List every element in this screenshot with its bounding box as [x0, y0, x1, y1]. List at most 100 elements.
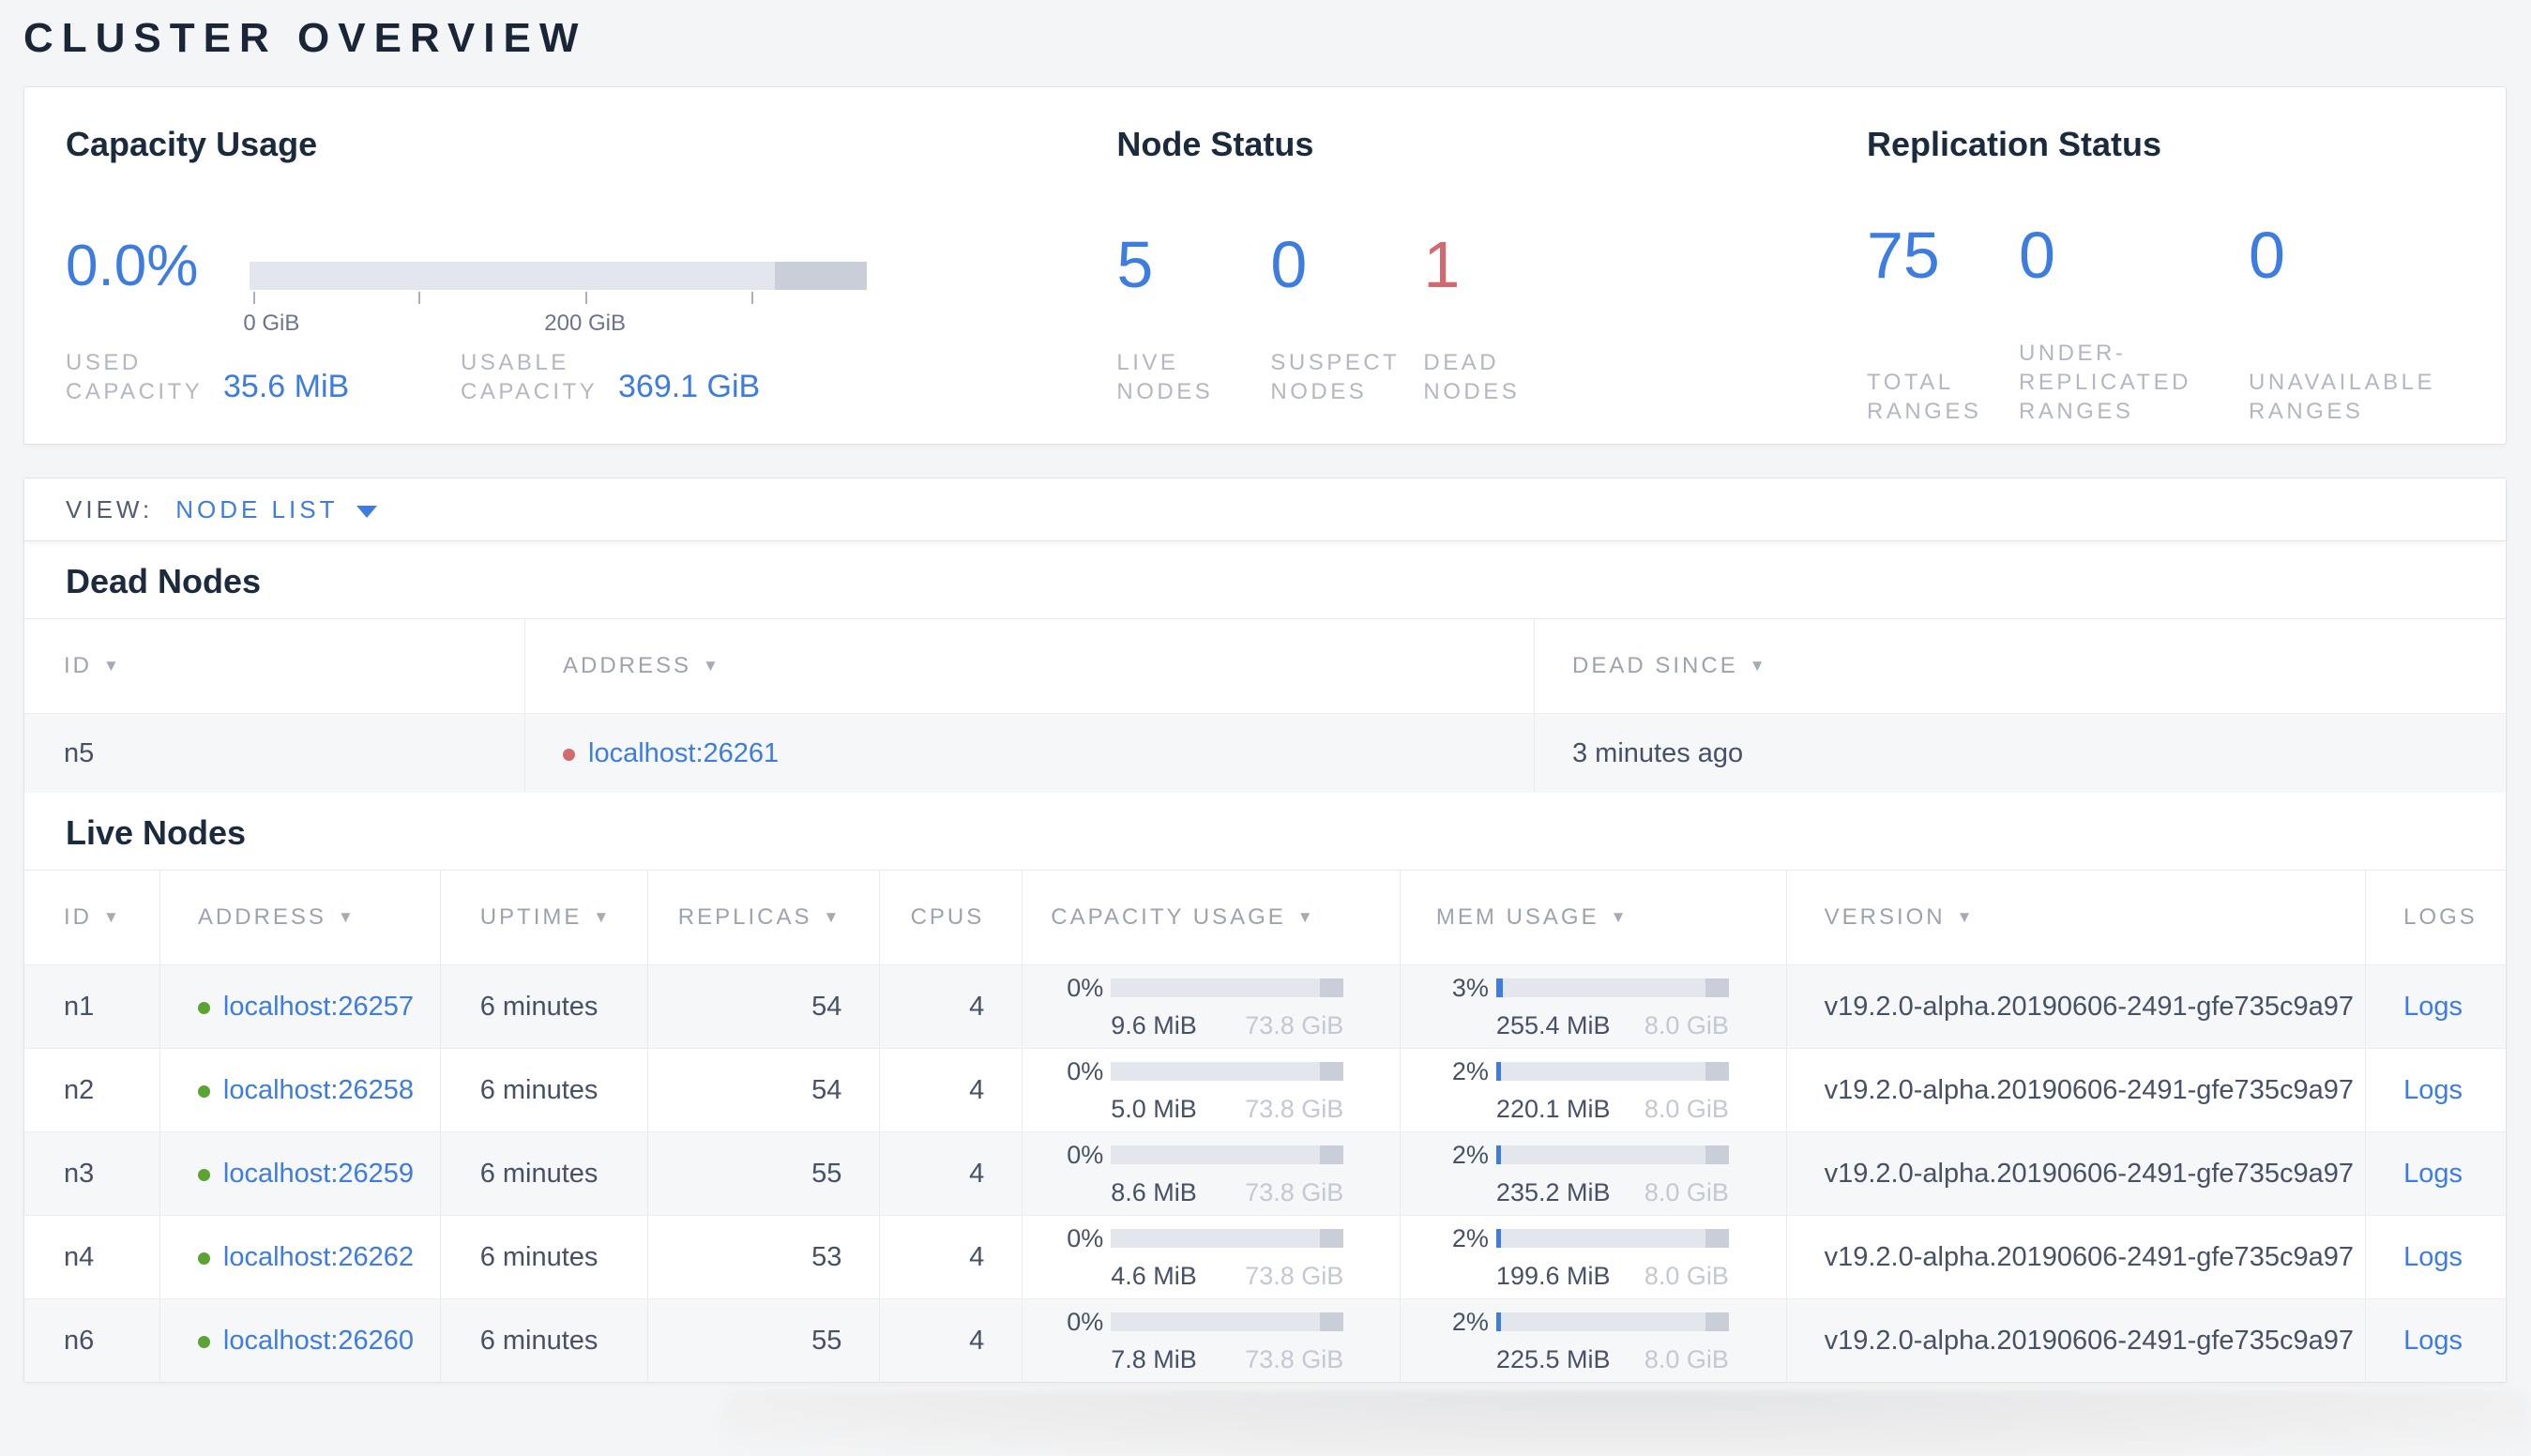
node-logs-link[interactable]: Logs: [2403, 1242, 2506, 1273]
node-replicas: 54: [811, 1074, 842, 1105]
dead-nodes-label: DEAD NODES: [1423, 350, 1521, 404]
node-logs-link[interactable]: Logs: [2403, 992, 2506, 1023]
replication-status-section: Replication Status 75 0 0 TOTAL RANGES U…: [1867, 125, 2464, 424]
dead-since-value: 3 minutes ago: [1572, 737, 1744, 768]
capacity-used-value: 8.6 MiB: [1111, 1177, 1197, 1206]
view-label: VIEW:: [66, 494, 154, 523]
node-id: n6: [64, 1325, 95, 1356]
capacity-minibar: [1111, 1062, 1344, 1081]
capacity-usage-bar: 0% 4.6 MiB 73.8 GiB: [1051, 1224, 1400, 1291]
capacity-minibar: [1111, 1312, 1344, 1331]
mem-total-value: 8.0 GiB: [1644, 1261, 1729, 1290]
column-header-id[interactable]: ID ▼: [24, 619, 525, 713]
column-header-address[interactable]: ADDRESS ▼: [525, 619, 1535, 713]
live-nodes-heading: Live Nodes: [66, 813, 247, 852]
cluster-summary-card: Capacity Usage 0.0% 0 GiB 200 GiB USED C…: [23, 86, 2507, 445]
dead-nodes-heading: Dead Nodes: [66, 562, 262, 600]
node-status-title: Node Status: [1116, 125, 1314, 163]
live-node-row: n2 localhost:26258 6 minutes 54 4 0% 5.0…: [24, 1048, 2506, 1131]
mem-usage-bar: 3% 255.4 MiB 8.0 GiB: [1436, 974, 1786, 1040]
under-replicated-ranges-label: UNDER-REPLICATED RANGES: [2019, 341, 2191, 424]
sort-arrow-icon: ▼: [823, 908, 842, 926]
capacity-gauge-chart: 0 GiB 200 GiB: [243, 262, 868, 336]
column-header-version[interactable]: VERSION ▼: [1787, 871, 2367, 964]
column-header-capacity-usage[interactable]: CAPACITY USAGE ▼: [1023, 871, 1401, 964]
mem-used-value: 220.1 MiB: [1495, 1094, 1611, 1123]
node-uptime: 6 minutes: [479, 991, 599, 1022]
live-status-dot-icon: [197, 1001, 210, 1014]
mem-reserved-segment: [1705, 1145, 1729, 1164]
capacity-percent: 0%: [1067, 1307, 1104, 1336]
column-header-cpus: CPUS: [880, 871, 1023, 964]
column-header-logs: LOGS: [2403, 904, 2478, 930]
capacity-gauge-reserved-segment: [775, 262, 868, 290]
node-address-link[interactable]: localhost:26257: [223, 992, 414, 1022]
sort-arrow-icon: ▼: [1956, 908, 1976, 926]
node-cpus: 4: [969, 1325, 985, 1356]
capacity-reserved-segment: [1320, 1229, 1344, 1248]
mem-total-value: 8.0 GiB: [1644, 1344, 1729, 1373]
node-address-link[interactable]: localhost:26258: [223, 1075, 414, 1105]
node-id: n4: [64, 1241, 95, 1272]
capacity-reserved-segment: [1320, 978, 1344, 997]
suspect-nodes-label: SUSPECT NODES: [1270, 350, 1400, 404]
node-id: n1: [64, 991, 95, 1022]
mem-fill: [1495, 978, 1504, 997]
node-logs-link[interactable]: Logs: [2403, 1159, 2506, 1190]
sort-arrow-icon: ▼: [703, 657, 721, 675]
node-cpus: 4: [969, 1074, 985, 1105]
node-version: v19.2.0-alpha.20190606-2491-gfe735c9a97: [1824, 1158, 2354, 1189]
node-id: n3: [64, 1158, 95, 1189]
mem-used-value: 199.6 MiB: [1495, 1261, 1611, 1290]
capacity-used-value: 4.6 MiB: [1111, 1261, 1197, 1290]
node-version: v19.2.0-alpha.20190606-2491-gfe735c9a97: [1824, 1074, 2354, 1105]
axis-tick-label: 0 GiB: [243, 311, 300, 336]
column-header-mem-usage[interactable]: MEM USAGE ▼: [1401, 871, 1787, 964]
node-uptime: 6 minutes: [479, 1325, 599, 1356]
axis-tick: [252, 292, 255, 304]
capacity-total-value: 73.8 GiB: [1245, 1094, 1344, 1123]
mem-fill: [1495, 1062, 1501, 1081]
node-logs-link[interactable]: Logs: [2403, 1326, 2506, 1357]
capacity-usage-bar: 0% 7.8 MiB 73.8 GiB: [1051, 1308, 1400, 1374]
used-capacity-value: 35.6 MiB: [223, 369, 350, 404]
nodes-panel: VIEW: NODE LIST Dead Nodes ID ▼ ADDRESS ▼ …: [23, 478, 2507, 1383]
mem-minibar: [1495, 978, 1729, 997]
node-address-link[interactable]: localhost:26259: [223, 1159, 414, 1189]
node-address-link[interactable]: localhost:26262: [223, 1242, 414, 1272]
node-cpus: 4: [969, 991, 985, 1022]
column-header-replicas[interactable]: REPLICAS ▼: [648, 871, 881, 964]
mem-reserved-segment: [1705, 978, 1729, 997]
node-uptime: 6 minutes: [479, 1074, 599, 1105]
mem-usage-bar: 2% 235.2 MiB 8.0 GiB: [1436, 1141, 1786, 1207]
under-replicated-ranges-count: 0: [2019, 219, 2055, 292]
capacity-gauge-axis: 0 GiB 200 GiB: [243, 292, 867, 341]
sort-arrow-icon: ▼: [1296, 908, 1316, 926]
mem-reserved-segment: [1705, 1229, 1729, 1248]
capacity-usage-bar: 0% 8.6 MiB 73.8 GiB: [1051, 1141, 1400, 1207]
column-header-uptime[interactable]: UPTIME ▼: [441, 871, 648, 964]
mem-used-value: 225.5 MiB: [1495, 1344, 1611, 1373]
capacity-usage-title: Capacity Usage: [66, 125, 318, 163]
column-header-id[interactable]: ID ▼: [24, 871, 160, 964]
view-selector-dropdown[interactable]: NODE LIST: [175, 494, 378, 524]
node-logs-link[interactable]: Logs: [2403, 1075, 2506, 1106]
sort-arrow-icon: ▼: [103, 657, 122, 675]
suspect-nodes-count: 0: [1270, 228, 1308, 301]
capacity-minibar: [1111, 978, 1344, 997]
column-header-address[interactable]: ADDRESS ▼: [160, 871, 441, 964]
view-selected-value: NODE LIST: [175, 494, 339, 523]
node-replicas: 53: [811, 1241, 842, 1272]
node-address-link[interactable]: localhost:26261: [588, 738, 779, 768]
node-cpus: 4: [969, 1158, 985, 1189]
live-node-row: n4 localhost:26262 6 minutes 53 4 0% 4.6…: [24, 1215, 2506, 1298]
mem-fill: [1495, 1229, 1501, 1248]
unavailable-ranges-label: UNAVAILABLE RANGES: [2249, 370, 2436, 424]
mem-usage-bar: 2% 199.6 MiB 8.0 GiB: [1436, 1224, 1786, 1291]
node-address-link[interactable]: localhost:26260: [223, 1326, 414, 1356]
column-header-dead-since[interactable]: DEAD SINCE ▼: [1535, 619, 2506, 713]
live-status-dot-icon: [197, 1084, 210, 1098]
mem-percent: 2%: [1451, 1140, 1489, 1169]
node-version: v19.2.0-alpha.20190606-2491-gfe735c9a97: [1824, 1325, 2354, 1356]
sort-arrow-icon: ▼: [1749, 657, 1768, 675]
